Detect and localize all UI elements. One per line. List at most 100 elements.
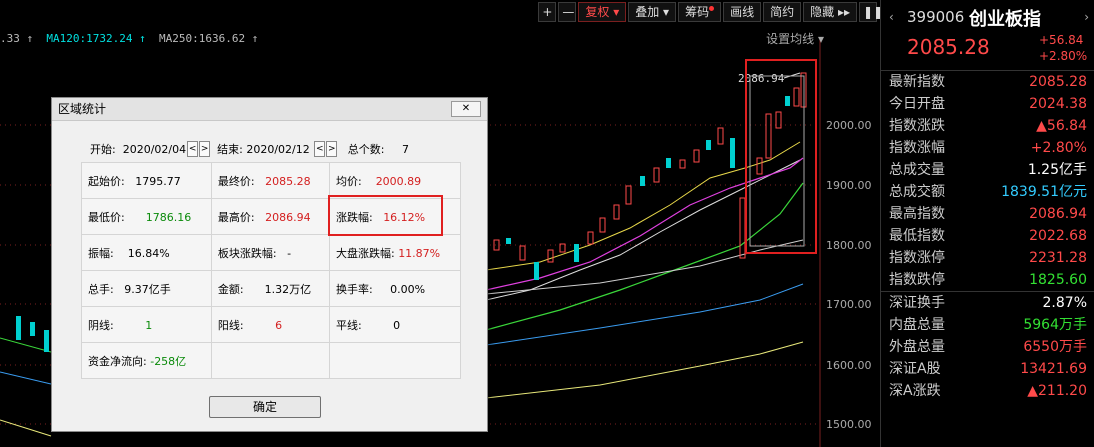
quote-row: 深证换手 2.87% bbox=[881, 291, 1094, 314]
flat-label: 平线: bbox=[335, 318, 362, 332]
quote-row: 最新指数 2085.28 bbox=[881, 71, 1094, 93]
price-axis: 2000.00 1900.00 1800.00 1700.00 1600.00 … bbox=[826, 119, 872, 431]
final-label: 最终价: bbox=[217, 174, 255, 188]
turn-cell: 换手率: 0.00% bbox=[328, 270, 462, 307]
start-value: 2020/02/04 bbox=[122, 142, 187, 156]
quote-row-label: 指数跌停 bbox=[889, 272, 945, 288]
quote-row-label: 指数涨幅 bbox=[889, 140, 945, 156]
quote-row-label: 内盘总量 bbox=[889, 317, 945, 333]
quote-row-label: 深A涨跌 bbox=[889, 383, 941, 399]
quote-row-label: 深证换手 bbox=[889, 295, 945, 311]
selected-region bbox=[749, 75, 805, 247]
ma-line-left-2 bbox=[0, 419, 52, 437]
high-label: 最高价: bbox=[217, 210, 255, 224]
ma-settings-link[interactable]: 设置均线 ▾ bbox=[766, 30, 824, 47]
empty-cell-2 bbox=[328, 342, 462, 379]
end-prev-button[interactable]: < bbox=[314, 141, 326, 157]
quote-row-value: 5964万手 bbox=[1023, 317, 1087, 333]
quote-row: 今日开盘 2024.38 bbox=[881, 93, 1094, 115]
quote-row-value: 1825.60 bbox=[1029, 272, 1087, 288]
index-code: 399006 bbox=[907, 8, 965, 26]
quote-row-label: 外盘总量 bbox=[889, 339, 945, 355]
yin-label: 阴线: bbox=[88, 318, 114, 332]
ma120-value: MA120:1732.24 ↑ bbox=[46, 32, 146, 45]
zoom-in-button[interactable]: + bbox=[538, 2, 557, 22]
count-value: 7 bbox=[401, 142, 409, 156]
chevron-left-icon[interactable]: ‹ bbox=[889, 10, 894, 24]
axis-label-1800: 1800.00 bbox=[826, 239, 872, 252]
ma250-value: MA250:1636.62 ↑ bbox=[158, 32, 259, 45]
dialog-title-bar[interactable]: 区域统计 ✕ bbox=[52, 98, 487, 121]
amp-value: 16.84% bbox=[127, 246, 170, 260]
quote-row: 内盘总量 5964万手 bbox=[881, 314, 1094, 336]
close-button[interactable]: ✕ bbox=[451, 101, 481, 117]
avg-label: 均价: bbox=[335, 174, 362, 188]
quote-row: 外盘总量 6550万手 bbox=[881, 336, 1094, 358]
fuquan-button[interactable]: 复权 ▾ bbox=[578, 2, 627, 22]
axis-label-1500: 1500.00 bbox=[826, 418, 872, 431]
overlay-button[interactable]: 叠加 ▾ bbox=[628, 2, 677, 22]
market-label: 大盘涨跌幅: bbox=[335, 246, 395, 260]
flow-value: -258亿 bbox=[150, 354, 187, 368]
zoom-out-button[interactable]: — bbox=[558, 2, 577, 22]
flat-value: 0 bbox=[393, 318, 401, 332]
axis-label-1700: 1700.00 bbox=[826, 298, 872, 311]
block-cell: 板块涨跌幅: - bbox=[210, 234, 330, 271]
quote-row: 深A涨跌 ▲211.20 bbox=[881, 380, 1094, 402]
ma-line-yellow-lower bbox=[485, 341, 804, 399]
start-next-button[interactable]: > bbox=[199, 141, 211, 157]
pause-icon[interactable]: ❚❚ bbox=[859, 2, 883, 22]
quote-row-label: 总成交量 bbox=[889, 162, 945, 178]
confirm-button[interactable]: 确定 bbox=[209, 396, 321, 418]
market-cell: 大盘涨跌幅: 11.87% bbox=[328, 234, 462, 271]
simple-mode-button[interactable]: 简约 bbox=[763, 2, 802, 22]
date-range-row: 开始: 2020/02/04 < > 结束: 2020/02/12 < > 总个数:… bbox=[90, 141, 409, 157]
block-value: - bbox=[287, 246, 292, 260]
quote-row-label: 指数涨停 bbox=[889, 250, 945, 266]
quote-panel: ‹ 399006 创业板指 › 2085.28 +56.84 +2.80% 最新… bbox=[880, 0, 1094, 447]
ma-line-white-lower bbox=[485, 239, 804, 295]
chg-highlight-box bbox=[328, 195, 443, 236]
market-value: 11.87% bbox=[398, 246, 441, 260]
count-label: 总个数: bbox=[347, 143, 385, 156]
end-label: 结束: bbox=[217, 143, 243, 156]
draw-line-button[interactable]: 画线 bbox=[723, 2, 762, 22]
index-name: 创业板指 bbox=[969, 9, 1041, 30]
start-prev-button[interactable]: < bbox=[187, 141, 199, 157]
quote-row-value: 2.87% bbox=[1042, 295, 1087, 311]
quote-row: 指数涨停 2231.28 bbox=[881, 247, 1094, 269]
amt-label: 金额: bbox=[217, 282, 244, 296]
quote-row-value: 2085.28 bbox=[1029, 74, 1087, 90]
hide-button[interactable]: 隐藏 ▸▸ bbox=[803, 2, 857, 22]
change-block: +56.84 +2.80% bbox=[1039, 32, 1087, 64]
quote-row-label: 深证A股 bbox=[889, 361, 941, 377]
empty-cell-1 bbox=[210, 342, 330, 379]
final-cell: 最终价: 2085.28 bbox=[210, 162, 330, 199]
low-label: 最低价: bbox=[88, 210, 125, 224]
chevron-right-icon[interactable]: › bbox=[1084, 10, 1089, 24]
quote-row: 指数跌停 1825.60 bbox=[881, 269, 1094, 291]
quote-row-value: 1839.51亿元 bbox=[1001, 184, 1087, 200]
vol-cell: 总手: 9.37亿手 bbox=[81, 270, 212, 307]
end-next-button[interactable]: > bbox=[326, 141, 338, 157]
yin-cell: 阴线: 1 bbox=[81, 306, 212, 343]
vol-label: 总手: bbox=[88, 282, 114, 296]
flow-label: 资金净流向: bbox=[88, 354, 147, 368]
open-value: 1795.77 bbox=[135, 174, 181, 188]
ma-line-left-3 bbox=[0, 337, 52, 353]
chips-button[interactable]: 筹码 bbox=[678, 2, 722, 22]
quote-rows: 最新指数 2085.28 今日开盘 2024.38 指数涨跌 ▲56.84 指数涨幅 +2.8… bbox=[881, 71, 1094, 402]
axis-label-1900: 1900.00 bbox=[826, 179, 872, 192]
block-label: 板块涨跌幅: bbox=[217, 246, 277, 260]
region-stats-dialog: 区域统计 ✕ 开始: 2020/02/04 < > 结束: 2020/02/12 … bbox=[51, 97, 488, 432]
quote-row-value: ▲56.84 bbox=[1036, 118, 1087, 134]
quote-row-label: 指数涨跌 bbox=[889, 118, 945, 134]
low-value: 1786.16 bbox=[145, 210, 192, 224]
quote-row-value: 6550万手 bbox=[1023, 339, 1087, 355]
axis-label-2000: 2000.00 bbox=[826, 119, 872, 132]
avg-value: 2000.89 bbox=[375, 174, 422, 188]
quote-row: 总成交量 1.25亿手 bbox=[881, 159, 1094, 181]
quote-row-label: 今日开盘 bbox=[889, 96, 945, 112]
quote-row: 最高指数 2086.94 bbox=[881, 203, 1094, 225]
quote-header: ‹ 399006 创业板指 › 2085.28 +56.84 +2.80% bbox=[881, 0, 1094, 71]
